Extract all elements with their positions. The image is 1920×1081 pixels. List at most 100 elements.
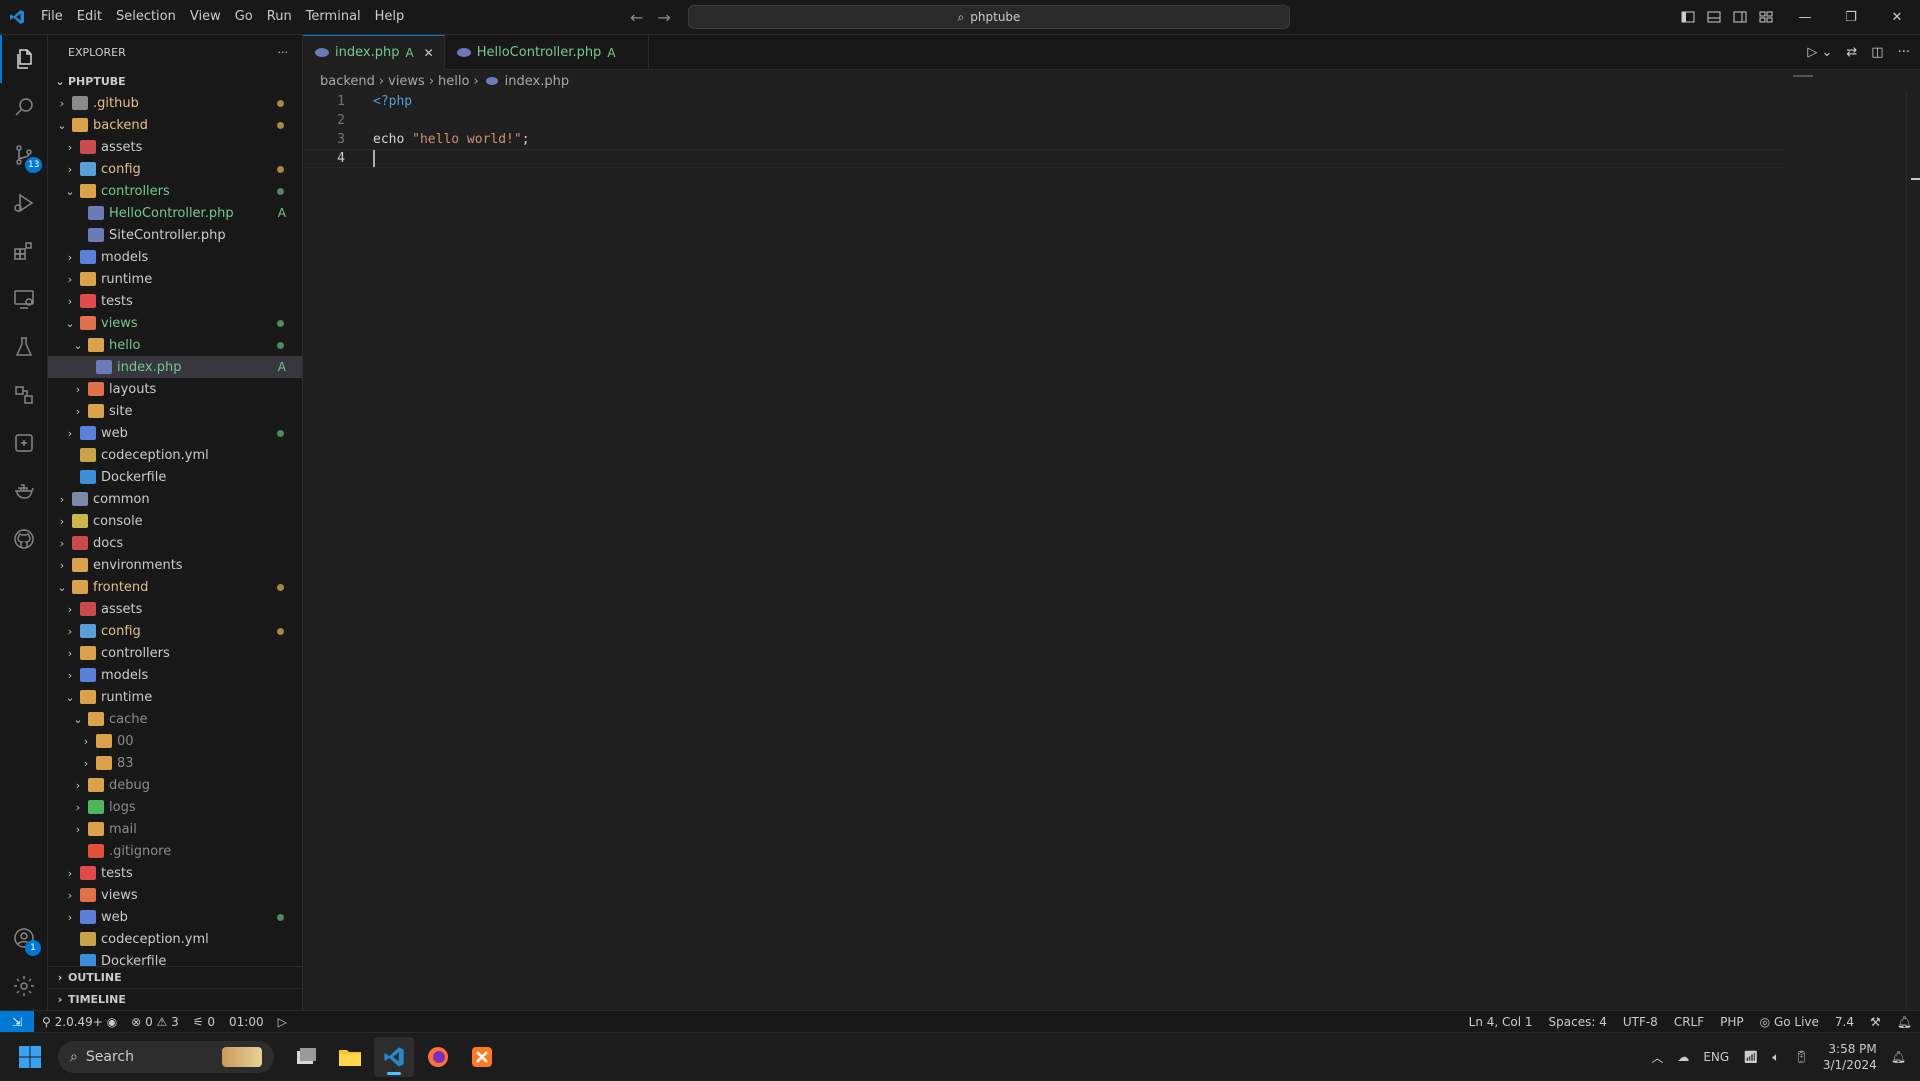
tree-item[interactable]: codeception.yml [48,444,302,466]
tree-item[interactable]: › config [48,620,302,642]
menu-file[interactable]: File [34,0,70,34]
breadcrumb-item[interactable]: views [388,74,425,89]
tree-item[interactable]: › tests [48,862,302,884]
explorer-more-icon[interactable]: ··· [278,46,289,59]
tree-item[interactable]: › mail [48,818,302,840]
timeline-section-header[interactable]: › TIMELINE [48,988,302,1010]
manage-activity[interactable] [0,962,48,1010]
outline-section-header[interactable]: › OUTLINE [48,966,302,988]
tree-item[interactable]: › 83 [48,752,302,774]
windows-start-icon[interactable] [18,1045,42,1069]
menu-view[interactable]: View [183,0,228,34]
close-tab-icon[interactable]: ✕ [424,46,434,60]
line-endings[interactable]: CRLF [1674,1015,1704,1029]
minimize-icon[interactable]: — [1782,0,1828,34]
tree-item[interactable]: › models [48,664,302,686]
tree-item[interactable]: › assets [48,136,302,158]
tree-item[interactable]: ⌄ hello [48,334,302,356]
extension-status[interactable]: ⚲ 2.0.49+ ◉ [42,1015,117,1029]
open-changes-icon[interactable]: ⇄ [1846,45,1857,60]
tree-item[interactable]: codeception.yml [48,928,302,950]
split-editor-icon[interactable]: ◫ [1871,45,1883,60]
wrench-icon[interactable]: ⚒ [1870,1015,1881,1029]
tab-index-php[interactable]: index.php A ✕ [303,35,445,70]
code-line[interactable]: 1 <?php [303,92,1920,111]
tree-item[interactable]: › common [48,488,302,510]
tree-item[interactable]: › assets [48,598,302,620]
explorer-activity[interactable] [0,35,48,83]
tree-item[interactable]: ⌄ frontend [48,576,302,598]
tree-item[interactable]: › views [48,884,302,906]
menu-selection[interactable]: Selection [109,0,183,34]
breadcrumb-item[interactable]: hello [438,74,469,89]
minimap[interactable] [1793,75,1813,77]
customize-layout-icon[interactable] [1758,9,1774,25]
containers-activity[interactable] [0,419,48,467]
vertical-scrollbar[interactable] [1906,92,1920,1010]
tree-item[interactable]: › tests [48,290,302,312]
restore-icon[interactable]: ❐ [1828,0,1874,34]
close-window-icon[interactable]: ✕ [1874,0,1920,34]
tree-item[interactable]: Dockerfile [48,466,302,488]
menu-help[interactable]: Help [368,0,412,34]
problems-status[interactable]: ⊗ 0 ⚠ 3 [131,1015,179,1029]
language-indicator[interactable]: ENG [1703,1050,1729,1064]
toggle-primary-sidebar-icon[interactable] [1680,9,1696,25]
tree-item[interactable]: ⌄ cache [48,708,302,730]
clock[interactable]: 3:58 PM 3/1/2024 [1823,1041,1877,1073]
tree-item[interactable]: › 00 [48,730,302,752]
onedrive-icon[interactable]: ☁ [1677,1050,1689,1064]
tree-item[interactable]: ⌄ controllers [48,180,302,202]
workspace-section-header[interactable]: ⌄ PHPTUBE [48,70,302,92]
encoding[interactable]: UTF-8 [1623,1015,1658,1029]
source-control-activity[interactable]: 13 [0,131,48,179]
tree-item[interactable]: › controllers [48,642,302,664]
run-debug-activity[interactable] [0,179,48,227]
menu-terminal[interactable]: Terminal [299,0,368,34]
tree-item[interactable]: ⌄ backend [48,114,302,136]
tree-item[interactable]: ⌄ runtime [48,686,302,708]
code-view[interactable]: 1 <?php 2 3 echo "hello world!"; 4 [303,92,1920,168]
tree-item[interactable]: › web [48,906,302,928]
docker-activity[interactable] [0,467,48,515]
tree-item[interactable]: SiteController.php [48,224,302,246]
back-arrow-icon[interactable]: ← [630,8,643,27]
code-line[interactable]: 4 [303,149,1785,168]
menu-go[interactable]: Go [228,0,260,34]
volume-icon[interactable]: 🔈︎ [1772,1050,1779,1065]
tree-item[interactable]: › .github [48,92,302,114]
php-version[interactable]: 7.4 [1835,1015,1854,1029]
extensions-activity[interactable] [0,227,48,275]
menu-edit[interactable]: Edit [70,0,109,34]
ports-status[interactable]: ⚟ 0 [193,1015,215,1029]
more-actions-icon[interactable]: ··· [1898,45,1910,60]
accounts-activity[interactable]: 1 [0,914,48,962]
play-icon[interactable]: ▷ [278,1015,287,1029]
tree-item[interactable]: › config [48,158,302,180]
forward-arrow-icon[interactable]: → [657,8,670,27]
go-live-button[interactable]: ◎ Go Live [1760,1015,1819,1029]
code-line[interactable]: 2 [303,111,1920,130]
command-center[interactable]: ⌕ phptube [688,5,1290,29]
run-icon[interactable]: ▷ ⌄ [1807,45,1832,60]
tree-item[interactable]: › debug [48,774,302,796]
menu-run[interactable]: Run [260,0,299,34]
tree-item[interactable]: index.php A [48,356,302,378]
tree-item[interactable]: › layouts [48,378,302,400]
firefox-app[interactable] [418,1037,458,1077]
indentation[interactable]: Spaces: 4 [1549,1015,1607,1029]
tree-item[interactable]: › environments [48,554,302,576]
tree-item[interactable]: › console [48,510,302,532]
xampp-app[interactable] [462,1037,502,1077]
testing-activity[interactable] [0,323,48,371]
tree-item[interactable]: › web [48,422,302,444]
taskbar-search[interactable]: ⌕ Search [58,1041,274,1073]
tab-hellocontroller-php[interactable]: HelloController.php A [445,35,649,70]
toggle-secondary-sidebar-icon[interactable] [1732,9,1748,25]
breadcrumb-item[interactable]: index.php [505,74,569,89]
remote-explorer-activity[interactable] [0,275,48,323]
battery-icon[interactable]: 🔋︎ [1794,1050,1809,1064]
vscode-app[interactable] [374,1037,414,1077]
tree-item[interactable]: ⌄ views [48,312,302,334]
database-activity[interactable] [0,371,48,419]
